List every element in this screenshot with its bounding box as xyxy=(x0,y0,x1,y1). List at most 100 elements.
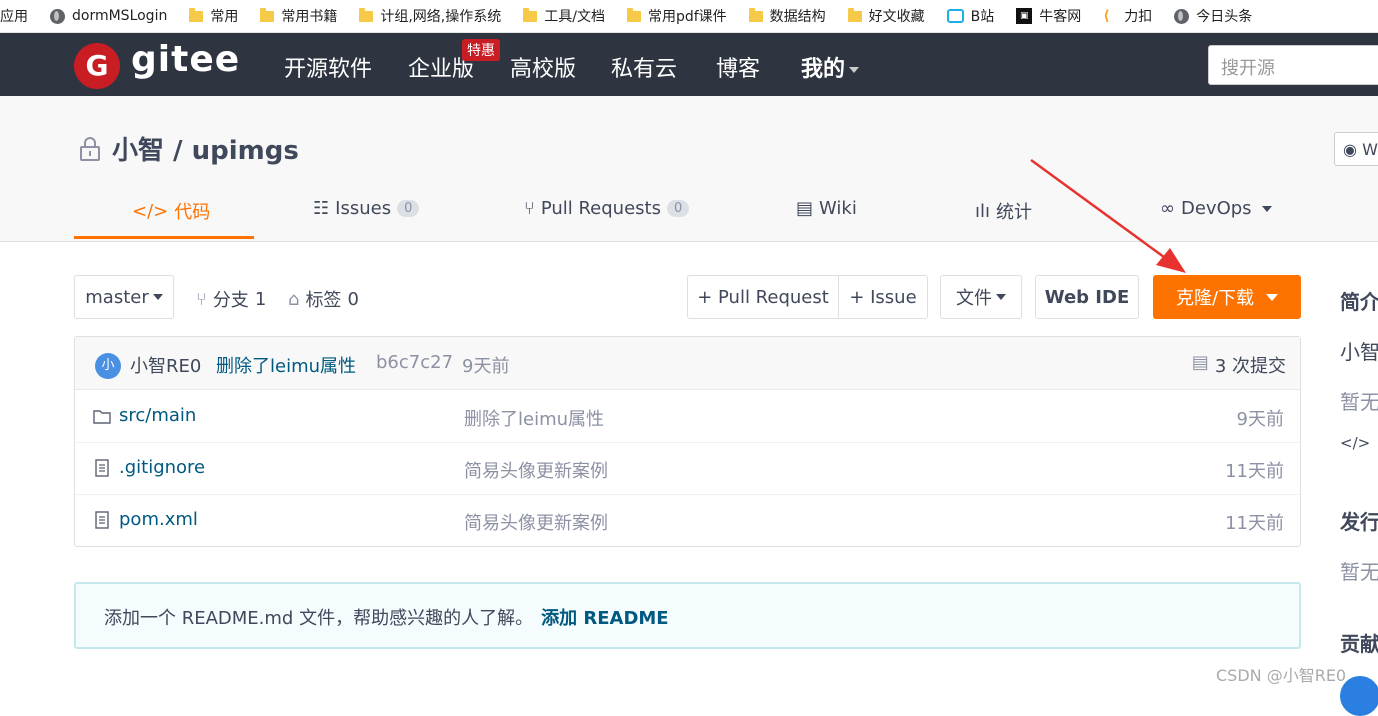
bookmark-label: 工具/文档 xyxy=(544,9,605,25)
file-icon xyxy=(95,459,109,477)
bookmark-label: 常用书籍 xyxy=(281,9,338,25)
readme-notice: 添加一个 README.md 文件，帮助感兴趣的人了解。 添加 README xyxy=(74,582,1301,649)
watch-label: W xyxy=(1362,140,1378,159)
watch-button[interactable]: ◉ W xyxy=(1334,132,1378,166)
web-ide-button[interactable]: Web IDE xyxy=(1035,275,1139,319)
document-icon: ▤ xyxy=(1191,352,1209,373)
latest-commit-bar: 小 小智RE0 删除了leimu属性 b6c7c27 9天前 ▤ 3 次提交 xyxy=(75,337,1300,390)
nav-mine-label: 我的 xyxy=(801,57,846,82)
avatar[interactable]: 小 xyxy=(95,353,121,379)
nav-private-cloud[interactable]: 私有云 xyxy=(611,51,677,83)
branch-select[interactable]: master xyxy=(74,275,174,319)
bookmark-bilibili[interactable]: B站 xyxy=(946,6,995,26)
chevron-down-icon xyxy=(849,67,860,73)
tab-code[interactable]: </> 代码 xyxy=(132,198,210,224)
repo-title[interactable]: 小智 / upimgs xyxy=(112,130,299,167)
file-time: 11天前 xyxy=(1225,513,1284,534)
clone-download-label: 克隆/下载 xyxy=(1175,288,1255,309)
folder-icon xyxy=(359,7,374,22)
tab-pull-requests[interactable]: ⑂ Pull Requests 0 xyxy=(524,198,690,219)
bookmark-folder[interactable]: 常用书籍 xyxy=(260,6,337,26)
bookmark-label: 常用 xyxy=(210,9,239,25)
commit-author[interactable]: 小智RE0 xyxy=(130,352,201,378)
bookmark-folder[interactable]: 计组,网络,操作系统 xyxy=(359,6,501,26)
nav-open-source[interactable]: 开源软件 xyxy=(284,51,372,83)
chevron-down-icon xyxy=(996,294,1006,300)
tags-label: 标签 xyxy=(305,290,342,311)
commit-time: 9天前 xyxy=(462,356,510,377)
folder-icon xyxy=(260,7,275,22)
tab-wiki[interactable]: ▤ Wiki xyxy=(796,198,857,219)
nav-education[interactable]: 高校版 xyxy=(510,51,576,83)
bookmark-label: 力扣 xyxy=(1124,9,1153,25)
bookmark-folder[interactable]: 好文收藏 xyxy=(847,6,925,26)
table-row[interactable]: src/main 删除了leimu属性 9天前 xyxy=(75,391,1300,443)
bookmark-label: B站 xyxy=(970,9,995,25)
book-icon: ▤ xyxy=(796,198,814,219)
readme-notice-text: 添加一个 README.md 文件，帮助感兴趣的人了解。 xyxy=(104,608,534,629)
file-commit-message[interactable]: 简易头像更新案例 xyxy=(464,509,608,535)
commit-count-link[interactable]: ▤ 3 次提交 xyxy=(1192,352,1286,378)
promo-badge: 特惠 xyxy=(462,39,500,61)
folder-icon xyxy=(626,7,641,22)
tab-label: Pull Requests xyxy=(540,198,661,219)
table-row[interactable]: .gitignore 简易头像更新案例 11天前 xyxy=(75,443,1300,495)
folder-icon xyxy=(748,7,763,22)
leetcode-icon: ⟨ xyxy=(1103,8,1110,24)
tag-icon: ⌂ xyxy=(288,288,300,310)
file-menu-button[interactable]: 文件 xyxy=(940,275,1022,319)
floating-action-button[interactable] xyxy=(1340,676,1378,716)
nav-mine[interactable]: 我的 xyxy=(801,51,860,83)
sidebar-intro-empty: 暂无 xyxy=(1340,390,1378,414)
bookmark-toutiao[interactable]: 今日头条 xyxy=(1174,6,1252,26)
bookmark-folder[interactable]: 工具/文档 xyxy=(523,6,605,26)
file-time: 9天前 xyxy=(1236,409,1284,430)
folder-icon xyxy=(847,7,862,22)
sidebar-contrib-title: 贡献 xyxy=(1340,632,1378,656)
search-input[interactable]: 搜开源 xyxy=(1208,45,1378,85)
file-name[interactable]: .gitignore xyxy=(119,457,205,478)
add-readme-link[interactable]: 添加 README xyxy=(541,608,669,629)
bookmark-folder[interactable]: 常用pdf课件 xyxy=(626,6,727,26)
bookmark-dormmslogin[interactable]: dormMSLogin xyxy=(50,8,167,24)
bookmark-label: 今日头条 xyxy=(1196,9,1253,25)
table-row[interactable]: pom.xml 简易头像更新案例 11天前 xyxy=(75,495,1300,547)
sidebar-intro-author: 小智 xyxy=(1340,340,1378,364)
new-issue-button[interactable]: + Issue xyxy=(838,275,928,319)
tab-issues[interactable]: ☷ Issues 0 xyxy=(313,198,420,219)
branches-link[interactable]: ⑂ 分支 1 xyxy=(196,286,266,312)
bar-chart-icon: ılı xyxy=(975,200,991,222)
folder-icon xyxy=(93,410,111,424)
bookmark-folder[interactable]: 数据结构 xyxy=(748,6,826,26)
site-header: gitee 开源软件 企业版 特惠 高校版 私有云 博客 我的 搜开源 xyxy=(0,33,1378,96)
infinity-icon: ∞ xyxy=(1160,198,1175,219)
logo-text[interactable]: gitee xyxy=(131,39,240,80)
tab-devops[interactable]: ∞ DevOps xyxy=(1160,198,1272,219)
bookmark-folder[interactable]: 常用 xyxy=(189,6,238,26)
file-commit-message[interactable]: 删除了leimu属性 xyxy=(464,405,604,431)
chevron-down-icon xyxy=(1266,293,1279,301)
pull-request-icon: ⑂ xyxy=(524,198,535,219)
bookmark-label: 计组,网络,操作系统 xyxy=(380,9,502,25)
pull-request-button[interactable]: + Pull Request xyxy=(687,275,839,319)
gitee-logo-icon[interactable] xyxy=(74,43,120,89)
watermark: CSDN @小智RE0 xyxy=(1216,666,1347,685)
bookmark-apps[interactable]: 应用 xyxy=(0,6,28,26)
file-table: 小 小智RE0 删除了leimu属性 b6c7c27 9天前 ▤ 3 次提交 s… xyxy=(74,336,1301,547)
bookmark-nowcoder[interactable]: ▣ 牛客网 xyxy=(1016,6,1081,26)
commit-count: 3 次提交 xyxy=(1214,356,1286,377)
repo-header: 小智 / upimgs ◉ W </> 代码 ☷ Issues 0 ⑂ Pull… xyxy=(0,96,1378,242)
file-commit-message[interactable]: 简易头像更新案例 xyxy=(464,457,608,483)
clone-download-button[interactable]: 克隆/下载 xyxy=(1153,275,1301,319)
commit-message[interactable]: 删除了leimu属性 xyxy=(216,352,356,378)
tags-link[interactable]: ⌂ 标签 0 xyxy=(288,286,359,312)
tab-label: DevOps xyxy=(1181,198,1252,219)
commit-hash[interactable]: b6c7c27 xyxy=(376,352,453,373)
bookmark-leetcode[interactable]: ⟨ 力扣 xyxy=(1103,6,1152,26)
nav-blog[interactable]: 博客 xyxy=(716,51,760,83)
file-name[interactable]: src/main xyxy=(119,405,196,426)
tab-label: 统计 xyxy=(996,202,1033,223)
tab-label: Wiki xyxy=(819,198,857,219)
file-name[interactable]: pom.xml xyxy=(119,509,198,530)
tab-statistics[interactable]: ılı 统计 xyxy=(975,198,1032,224)
